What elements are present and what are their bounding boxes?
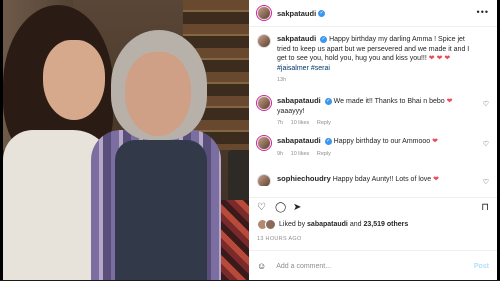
comment-text-extra: yaaayyy! <box>277 107 305 115</box>
comment-username[interactable]: sabapataudi <box>277 136 321 145</box>
comment-icon[interactable]: ◯ <box>275 202 286 213</box>
comment-like-heart-icon[interactable]: ♡ <box>483 140 489 148</box>
comment-reply[interactable]: Reply <box>317 151 331 157</box>
likes-mid: and <box>349 221 362 228</box>
caption-hashtags[interactable]: #jaisalmer #serai <box>277 65 330 72</box>
comment-likes[interactable]: 10 likes <box>291 120 310 126</box>
comments-list[interactable]: sakpataudi ✓ Happy birthday my darling A… <box>249 26 497 186</box>
author-avatar[interactable] <box>257 6 271 20</box>
person-right-vest <box>115 140 207 280</box>
action-bar: ♡ ◯ ➤ ⊓ <box>249 197 497 213</box>
post-header: sakpataudi ✓ ••• <box>249 0 497 27</box>
comment-text: Happy birthday to our Ammooo <box>333 138 431 145</box>
verified-badge-icon: ✓ <box>320 35 328 43</box>
comment-input[interactable]: Add a comment... <box>276 263 474 270</box>
caption-time: 13h <box>277 77 287 83</box>
share-icon[interactable]: ➤ <box>293 202 301 213</box>
bookmark-icon[interactable]: ⊓ <box>481 202 489 213</box>
person-right-face <box>125 52 191 136</box>
comment-like-heart-icon[interactable]: ♡ <box>483 100 489 108</box>
instagram-post-modal: sakpataudi ✓ ••• sakpataudi ✓ Happy birt… <box>0 0 500 280</box>
comment-username[interactable]: sophiechoudry <box>277 174 331 183</box>
verified-badge-icon: ✓ <box>324 97 332 105</box>
post-side-panel: sakpataudi ✓ ••• sakpataudi ✓ Happy birt… <box>249 0 497 280</box>
comment-reply[interactable]: Reply <box>317 120 331 126</box>
add-comment-bar: ☺ Add a comment... Post <box>249 250 497 281</box>
comment-emoji-heart: ❤ <box>433 176 439 183</box>
comment-like-heart-icon[interactable]: ♡ <box>483 178 489 186</box>
post-button[interactable]: Post <box>474 263 489 270</box>
comment-username[interactable]: sabapataudi <box>277 96 321 105</box>
comment-time: 9h <box>277 150 284 157</box>
more-options-icon[interactable]: ••• <box>477 7 489 17</box>
comment-avatar[interactable] <box>257 174 271 186</box>
caption-username[interactable]: sakpataudi <box>277 34 316 43</box>
comment-time: 7h <box>277 120 284 126</box>
comment-text: We made it!! Thanks to Bhai n bebo <box>333 98 445 105</box>
likes-summary: Liked by sabapataudi and 23,519 others <box>257 219 408 230</box>
comment-avatar[interactable] <box>257 96 271 110</box>
comment-text: Happy bday Aunty!! Lots of love <box>332 176 432 183</box>
emoji-icon[interactable]: ☺ <box>257 261 266 271</box>
comment-likes[interactable]: 10 likes <box>291 151 310 157</box>
comment-avatar[interactable] <box>257 136 271 150</box>
post-timestamp: 13 HOURS AGO <box>257 236 302 242</box>
post-photo[interactable] <box>3 0 249 280</box>
verified-badge-icon: ✓ <box>318 9 326 17</box>
likes-count[interactable]: 23,519 others <box>363 221 408 228</box>
heart-icon[interactable]: ♡ <box>257 202 266 213</box>
liker-avatar[interactable] <box>265 219 276 230</box>
caption-hearts: ❤ ❤ ❤ <box>428 55 451 62</box>
comment-emoji-heart: ❤ <box>446 98 453 105</box>
verified-badge-icon: ✓ <box>324 137 332 145</box>
likes-user[interactable]: sabapataudi <box>307 221 348 228</box>
person-left-face <box>43 40 105 120</box>
author-username[interactable]: sakpataudi <box>277 9 316 18</box>
comment-emoji-heart: ❤ <box>432 138 438 145</box>
likes-prefix: Liked by <box>279 221 306 228</box>
caption-avatar[interactable] <box>257 34 271 48</box>
